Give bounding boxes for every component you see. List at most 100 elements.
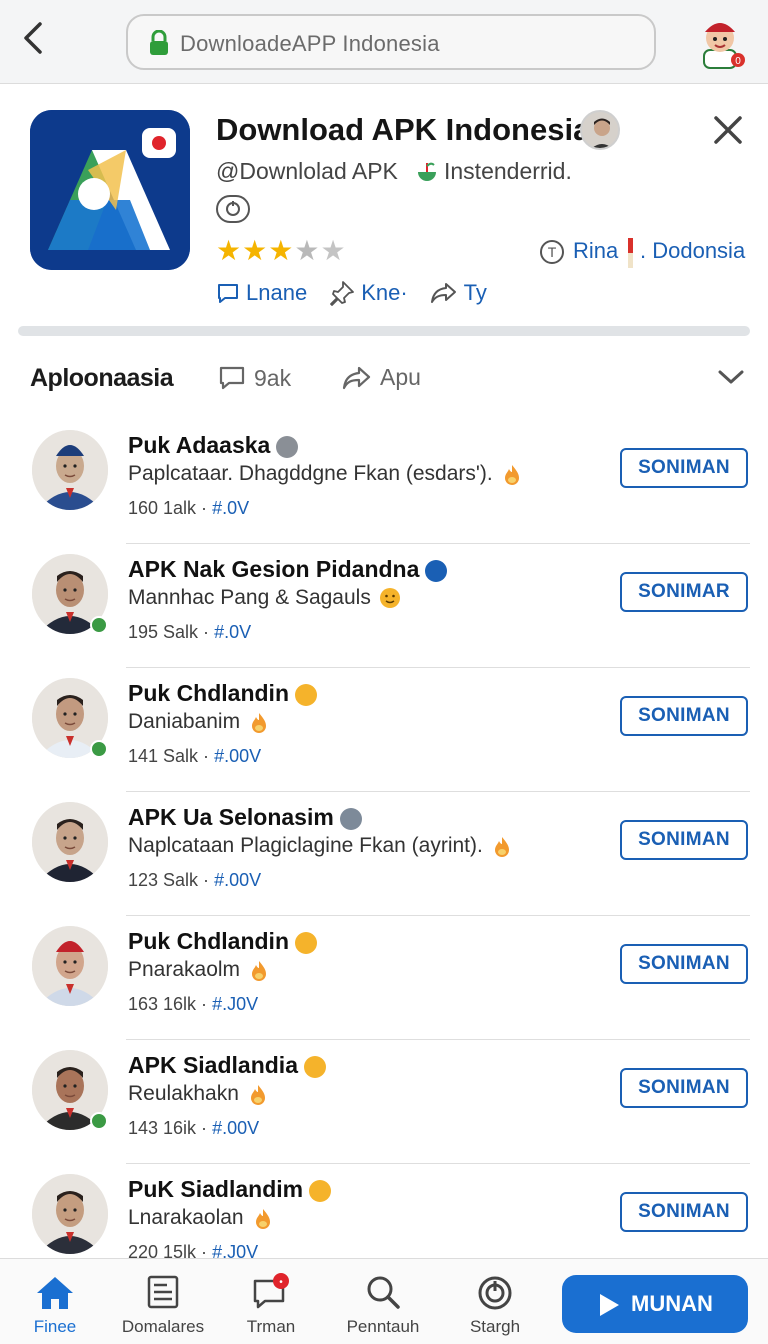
item-meta: 123 Salk · #.00V [128,870,261,891]
document-icon [147,1275,179,1309]
install-button[interactable]: SONIMAN [620,820,748,860]
install-button[interactable]: SONIMAN [620,448,748,488]
feedback-icon[interactable] [216,195,250,223]
avatar [32,926,108,1006]
close-icon [714,116,742,144]
item-name-text: APK Siadlandia [128,1052,298,1078]
nav-label: Trman [246,1317,296,1336]
section-divider [18,326,750,336]
list-item[interactable]: APK Siadlandia Reulakhakn 143 16ik · #.00V… [0,1040,768,1164]
nav-start[interactable]: Stargh [440,1273,550,1337]
section-comments-button[interactable]: 9ak [218,364,291,392]
nav-home[interactable]: Finee [0,1273,110,1337]
chevron-down-icon [718,370,744,384]
install-button[interactable]: SONIMAR [620,572,748,612]
primary-action-button[interactable]: MUNAN [562,1275,748,1333]
sprout-icon [418,162,436,181]
section-share-button[interactable]: Apu [342,364,421,391]
item-version: #.J0V [212,994,259,1014]
list-item[interactable]: Puk Chdlandin Daniabanim 141 Salk · #.00V S… [0,668,768,792]
rating-stars: ★★★★★ [216,234,347,267]
nav-label: Domalares [121,1317,205,1336]
emoji-icon [379,588,400,609]
item-name-text: APK Ua Selonasim [128,804,334,830]
play-icon [600,1294,620,1317]
item-description: Pnarakaolm [128,958,270,982]
item-description-text: Naplcataan Plagiclagine Fkan (ayrint). [128,834,483,857]
list-item[interactable]: APK Nak Gesion Pidandna Mannhac Pang & Sa… [0,544,768,668]
install-button[interactable]: SONIMAN [620,1068,748,1108]
item-name: APK Siadlandia [128,1052,326,1079]
flame-icon [255,1209,270,1230]
url-field[interactable]: DownloadeAPP Indonesia [126,14,656,70]
action-label: Kne· [361,280,408,305]
item-version: #.00V [214,746,262,766]
install-button[interactable]: SONIMAN [620,696,748,736]
status-icon [309,1179,332,1202]
item-name: Puk Chdlandin [128,928,317,955]
chat-icon [218,284,238,303]
section-share-label: Apu [380,364,421,390]
item-description: Mannhac Pang & Sagauls [128,586,401,610]
expand-button[interactable] [716,364,746,390]
item-description: Lnarakaolan [128,1206,274,1230]
install-button[interactable]: SONIMAN [620,1192,748,1232]
svg-text:0: 0 [735,56,741,67]
region-icon: T [540,240,564,264]
item-stats: 160 1alk · [128,498,208,518]
item-description-text: Reulakhakn [128,1082,239,1105]
status-icon [276,435,299,458]
item-meta: 141 Salk · #.00V [128,746,261,767]
item-meta: 160 1alk · #.0V [128,498,249,519]
item-description-text: Paplcataar. Dhagddgne Fkan (esdars'). [128,462,493,485]
item-name: APK Nak Gesion Pidandna [128,556,448,583]
item-name-text: Puk Adaaska [128,432,271,458]
comment-action[interactable]: Lnane [216,280,307,306]
region-country[interactable]: . Dodonsia [640,238,745,264]
item-meta: 195 Salk · #.0V [128,622,251,643]
profile-mascot-icon[interactable]: 0 [690,10,750,70]
flag-icon [628,238,633,268]
nav-downloads[interactable]: Domalares [108,1273,218,1337]
share-icon [430,283,456,303]
list-item[interactable]: Puk Adaaska Paplcataar. Dhagddgne Fkan (e… [0,420,768,544]
app-title: Download APK Indonesia [216,112,591,147]
section-title: Aploonaasia [30,364,174,392]
nav-messages[interactable]: • Trman [216,1273,326,1337]
close-button[interactable] [708,110,748,150]
action-label: Lnane [246,280,308,305]
avatar [32,802,108,882]
item-stats: 195 Salk · [128,622,210,642]
online-badge-icon [90,1112,108,1130]
flame-icon [494,837,509,858]
flame-icon [252,713,267,734]
online-badge-icon [90,616,108,634]
list-item[interactable]: APK Ua Selonasim Naplcataan Plagiclagine … [0,792,768,916]
list-item[interactable]: Puk Chdlandin Pnarakaolm 163 16lk · #.J0V S… [0,916,768,1040]
share-icon [342,366,371,389]
address-bar-header: DownloadeAPP Indonesia 0 [0,0,768,84]
app-logo [30,110,190,270]
bottom-navigation: Finee Domalares • Trman Penntauh Stargh … [0,1258,768,1344]
app-action-bar: Lnane Kne· Ty [216,280,487,306]
nav-search[interactable]: Penntauh [328,1273,438,1337]
power-icon [478,1276,512,1310]
back-button[interactable] [14,18,54,58]
region-label[interactable]: Rina [573,238,618,264]
item-description: Reulakhakn [128,1082,269,1106]
item-description-text: Mannhac Pang & Sagauls [128,586,371,609]
item-stats: 163 16lk · [128,994,208,1014]
back-arrow-icon [24,22,42,54]
publisher-name[interactable]: @Downlolad APK [216,158,398,185]
share-action[interactable]: Ty [430,280,487,306]
item-description-text: Lnarakaolan [128,1206,244,1229]
primary-action-label: MUNAN [631,1291,713,1316]
developer-avatar[interactable] [580,110,620,150]
section-comment-count: 9ak [254,364,292,391]
pin-action[interactable]: Kne· [329,280,408,306]
item-version: #.00V [212,1118,260,1138]
status-icon [295,683,317,706]
url-text: DownloadeAPP Indonesia [180,31,440,56]
install-button[interactable]: SONIMAN [620,944,748,984]
online-badge-icon [90,740,108,758]
